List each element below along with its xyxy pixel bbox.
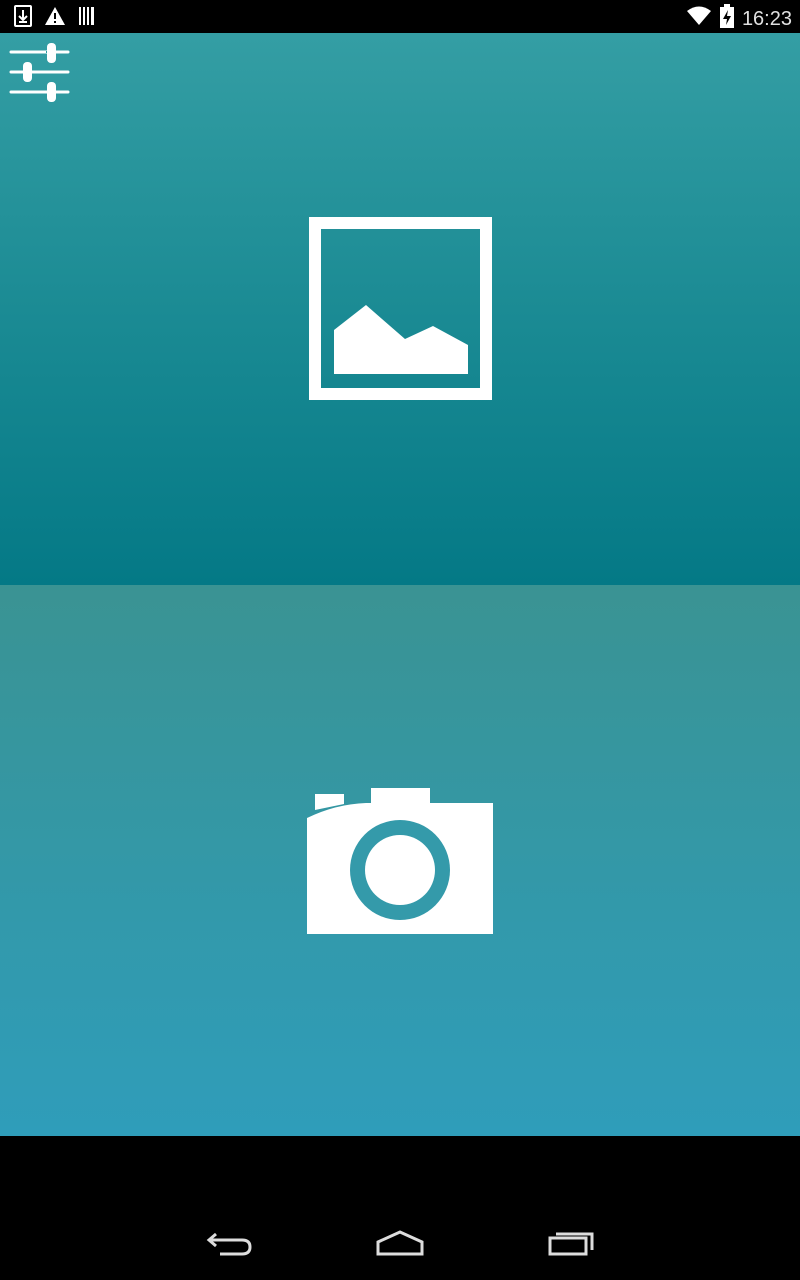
settings-button[interactable] [8,41,72,105]
barcode-icon [78,6,96,31]
sliders-icon [9,43,70,102]
recents-icon [548,1232,594,1256]
status-time: 16:23 [741,7,792,30]
wifi-icon [686,6,712,31]
home-button[interactable] [370,1224,430,1264]
recents-button[interactable] [542,1224,602,1264]
navigation-bar [0,1136,800,1280]
gallery-panel[interactable] [0,33,800,585]
back-icon [206,1232,252,1256]
status-bar: 16:23 [0,0,800,33]
image-gallery-icon[interactable] [309,217,492,405]
battery-charging-icon [719,4,734,33]
warning-icon [44,6,66,31]
home-icon [376,1230,424,1256]
download-icon [14,5,32,32]
camera-icon[interactable] [306,788,494,941]
camera-panel[interactable] [0,585,800,1136]
back-button[interactable] [200,1224,260,1264]
